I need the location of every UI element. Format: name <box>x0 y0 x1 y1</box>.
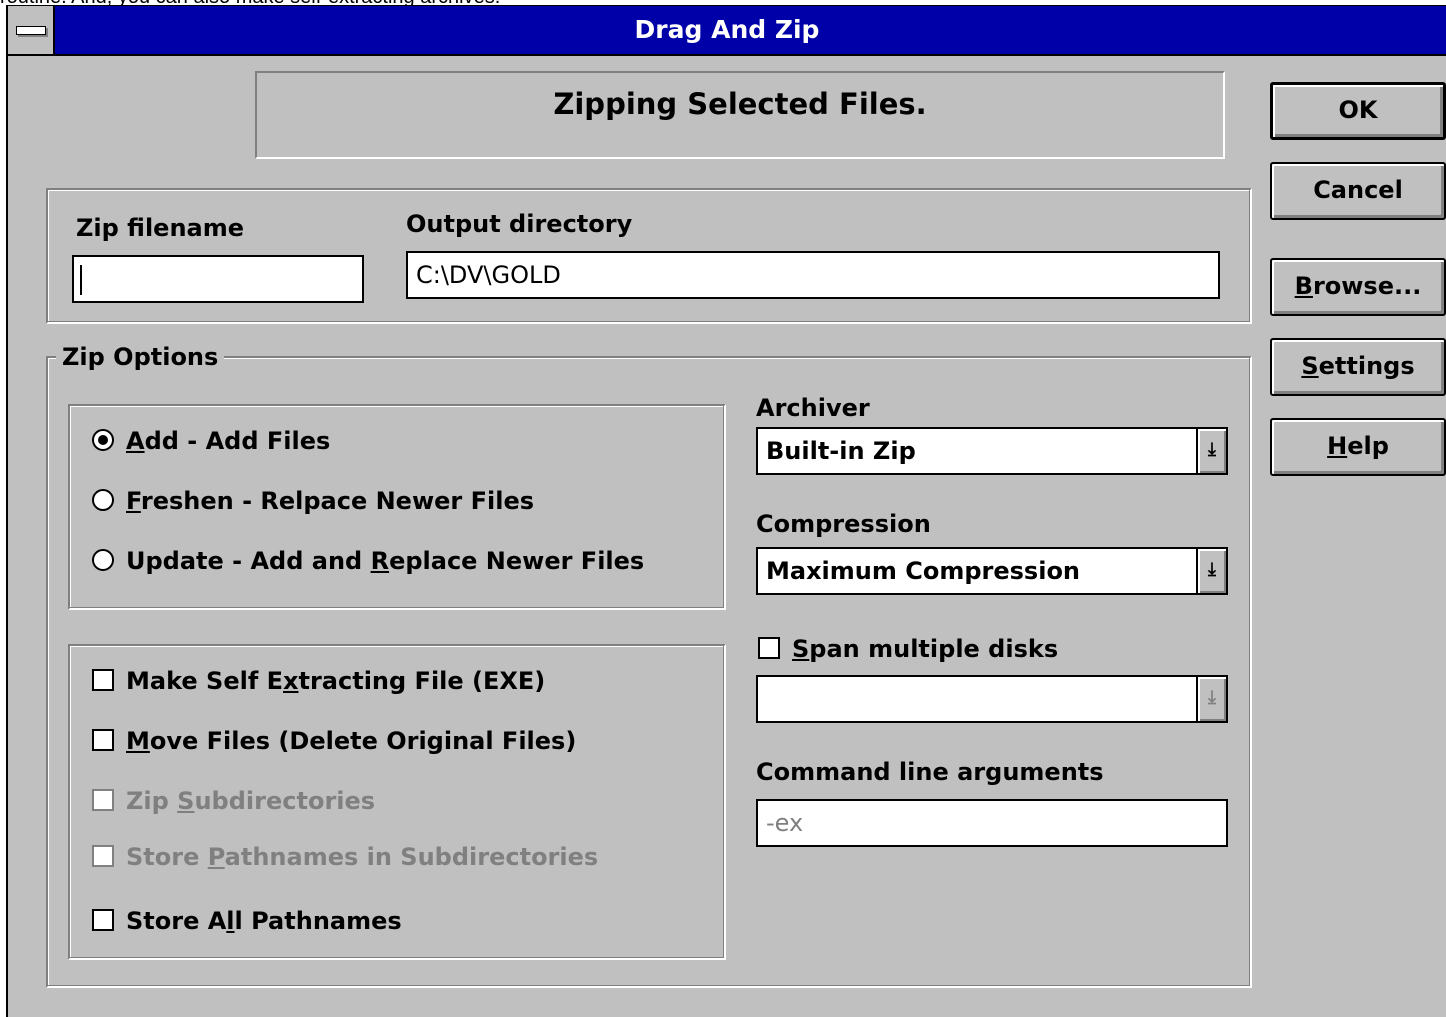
self-extracting-checkbox[interactable] <box>92 669 114 691</box>
output-directory-input[interactable]: C:\DV\GOLD <box>406 251 1220 299</box>
archiver-select[interactable]: Built-in Zip ⤓ <box>756 427 1228 475</box>
self-extracting-label[interactable]: Make Self Extracting File (EXE) <box>126 667 545 695</box>
freshen-radio[interactable] <box>92 489 114 511</box>
compression-dropdown-arrow-icon[interactable]: ⤓ <box>1196 549 1226 593</box>
zip-options-legend: Zip Options <box>56 343 225 371</box>
help-button[interactable]: Help <box>1270 418 1446 476</box>
archiver-label: Archiver <box>756 394 870 422</box>
settings-button[interactable]: Settings <box>1270 338 1446 396</box>
zip-subdirectories-checkbox[interactable] <box>92 789 114 811</box>
store-all-pathnames-checkbox[interactable] <box>92 909 114 931</box>
dialog-window: Drag And Zip Zipping Selected Files. Zip… <box>6 5 1446 1017</box>
span-dropdown-arrow-icon[interactable]: ⤓ <box>1196 677 1226 721</box>
freshen-radio-label[interactable]: Freshen - Relpace Newer Files <box>126 487 534 515</box>
status-banner: Zipping Selected Files. <box>255 71 1225 159</box>
store-pathnames-subdirs-checkbox[interactable] <box>92 845 114 867</box>
output-directory-label: Output directory <box>406 210 633 238</box>
span-disks-label[interactable]: Span multiple disks <box>792 635 1058 663</box>
ok-button[interactable]: OK <box>1270 82 1446 140</box>
zip-filename-input[interactable] <box>72 255 364 303</box>
move-files-label[interactable]: Move Files (Delete Original Files) <box>126 727 576 755</box>
store-all-pathnames-label[interactable]: Store All Pathnames <box>126 907 402 935</box>
zip-filename-label: Zip filename <box>76 214 245 242</box>
update-radio[interactable] <box>92 549 114 571</box>
title-bar[interactable]: Drag And Zip <box>8 6 1446 56</box>
span-disks-select[interactable]: ⤓ <box>756 675 1228 723</box>
compression-select[interactable]: Maximum Compression ⤓ <box>756 547 1228 595</box>
store-pathnames-subdirs-label[interactable]: Store Pathnames in Subdirectories <box>126 843 598 871</box>
command-line-input[interactable]: -ex <box>756 799 1228 847</box>
window-title: Drag And Zip <box>634 15 820 44</box>
compression-label: Compression <box>756 510 931 538</box>
archiver-dropdown-arrow-icon[interactable]: ⤓ <box>1196 429 1226 473</box>
browse-button[interactable]: Browse... <box>1270 258 1446 316</box>
text-caret <box>80 265 82 295</box>
add-radio[interactable] <box>92 429 114 451</box>
add-radio-label[interactable]: Add - Add Files <box>126 427 330 455</box>
span-disks-checkbox[interactable] <box>758 637 780 659</box>
move-files-checkbox[interactable] <box>92 729 114 751</box>
command-line-label: Command line arguments <box>756 758 1104 786</box>
update-radio-label[interactable]: Update - Add and Replace Newer Files <box>126 547 644 575</box>
zip-subdirectories-label[interactable]: Zip Subdirectories <box>126 787 375 815</box>
cancel-button[interactable]: Cancel <box>1270 162 1446 220</box>
status-banner-text: Zipping Selected Files. <box>553 87 927 121</box>
